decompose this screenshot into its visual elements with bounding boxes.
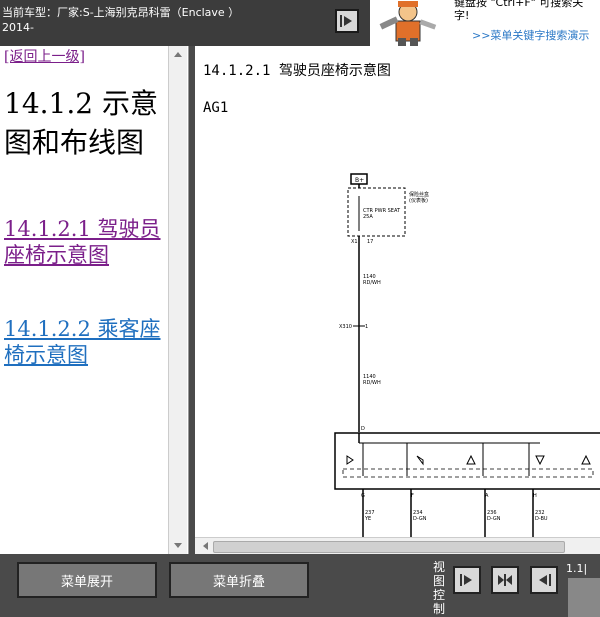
top-bar: 当前车型：厂家:S-上海别克昂科雷（Enclave ） 2014- 键盘按 "C… [0, 0, 600, 47]
left-nav-pane: [返回上一级] 14.1.2 示意图和布线图 14.1.2.1 驾驶员座椅示意图… [0, 46, 189, 554]
svg-text:H: H [533, 493, 537, 499]
svg-text:YE: YE [364, 516, 371, 522]
passenger-seat-schematic-link[interactable]: 14.1.2.2 乘客座椅示意图 [4, 316, 164, 368]
section-title: 14.1.2 示意图和布线图 [4, 87, 158, 159]
svg-text:RD/WH: RD/WH [363, 280, 381, 286]
split-view-icon [498, 574, 512, 586]
left-scrollbar[interactable] [168, 46, 187, 554]
view-split-button[interactable] [491, 566, 519, 594]
back-link[interactable]: [返回上一级] [4, 46, 85, 66]
search-tip-text: 键盘按 "Ctrl+F" 可搜索关 字! [454, 0, 600, 22]
horizontal-scrollbar[interactable] [195, 537, 600, 555]
svg-text:RD/WH: RD/WH [363, 380, 381, 386]
view-control-label: 视图控制 [433, 560, 446, 616]
tip-line-2: 字! [454, 9, 470, 22]
svg-text:A: A [485, 493, 489, 499]
svg-text:G: G [361, 493, 365, 499]
svg-text:17: 17 [367, 239, 373, 245]
svg-text:保险丝盒: 保险丝盒 [409, 191, 429, 198]
menu-expand-button[interactable]: 菜单展开 [17, 562, 157, 598]
menu-collapse-button[interactable]: 菜单折叠 [169, 562, 309, 598]
corner-panel [568, 578, 600, 617]
scroll-down-icon[interactable] [169, 538, 187, 552]
page-indicator: 1.1| [566, 562, 588, 575]
bottom-bar: 菜单展开 菜单折叠 视图控制 1.1| [0, 554, 600, 617]
vehicle-info: 当前车型：厂家:S-上海别克昂科雷（Enclave ） 2014- [2, 5, 302, 35]
svg-text:D: D [361, 426, 365, 432]
tip-line-1: 键盘按 "Ctrl+F" 可搜索关 [454, 0, 584, 9]
svg-text:D-GN: D-GN [487, 516, 501, 522]
svg-text:X1: X1 [351, 239, 358, 245]
view-next-button[interactable] [453, 566, 481, 594]
vehicle-line-1: 当前车型：厂家:S-上海别克昂科雷（Enclave ） [2, 6, 240, 19]
svg-text:D-BU: D-BU [535, 516, 548, 522]
nav-forward-button[interactable] [335, 9, 359, 33]
svg-text:B+: B+ [355, 177, 364, 184]
svg-text:25A: 25A [363, 214, 373, 220]
wiring-diagram: B+ CTR PWR SEAT 25A 保险丝盒 (仪表板) X1 17 114… [334, 173, 600, 541]
arrow-left-icon [539, 574, 551, 586]
svg-text:1: 1 [365, 324, 368, 330]
svg-text:X310: X310 [339, 324, 352, 330]
scroll-left-icon[interactable] [199, 538, 213, 555]
search-tip: 键盘按 "Ctrl+F" 可搜索关 字! >>菜单关键字搜索演示 [450, 0, 600, 47]
document-pane: 14.1.2.1 驾驶员座椅示意图 AG1 B+ CTR PWR SEAT 25… [195, 46, 600, 554]
driver-seat-schematic-link[interactable]: 14.1.2.1 驾驶员座椅示意图 [4, 216, 164, 268]
scrollbar-thumb[interactable] [213, 541, 565, 553]
view-prev-button[interactable] [530, 566, 558, 594]
keyword-search-demo-link[interactable]: >>菜单关键字搜索演示 [472, 27, 589, 43]
vehicle-line-2: 2014- [2, 21, 34, 34]
mechanic-mascot-icon [370, 0, 450, 46]
svg-text:D-GN: D-GN [413, 516, 427, 522]
svg-text:(仪表板): (仪表板) [409, 197, 428, 204]
scroll-up-icon[interactable] [169, 48, 187, 62]
arrow-right-icon [460, 574, 472, 586]
svg-text:F: F [411, 493, 414, 499]
arrow-right-icon [340, 15, 352, 27]
